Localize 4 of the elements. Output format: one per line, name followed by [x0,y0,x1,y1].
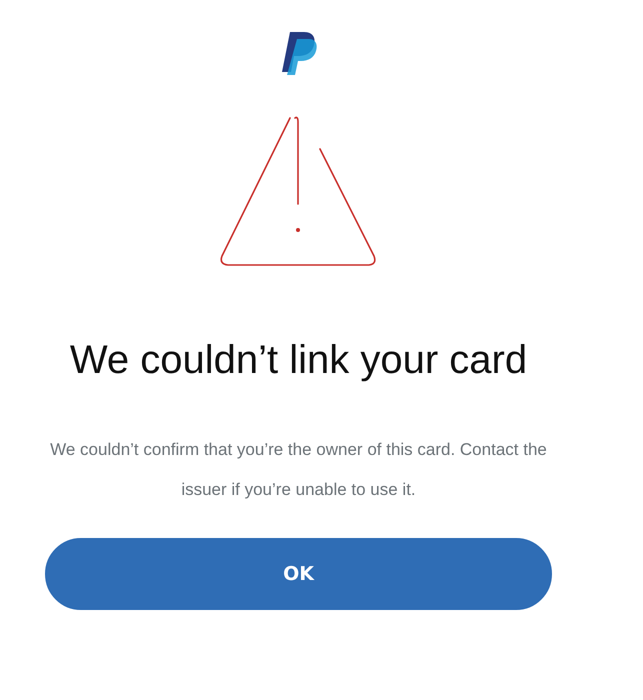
dialog-title: We couldn’t link your card [68,337,528,384]
dialog-message: We couldn’t confirm that you’re the owner of this card. Contact the issuer if you’re unable to use it. [49,439,548,501]
ok-button[interactable]: OK [45,538,552,610]
logo-icon [280,30,318,76]
